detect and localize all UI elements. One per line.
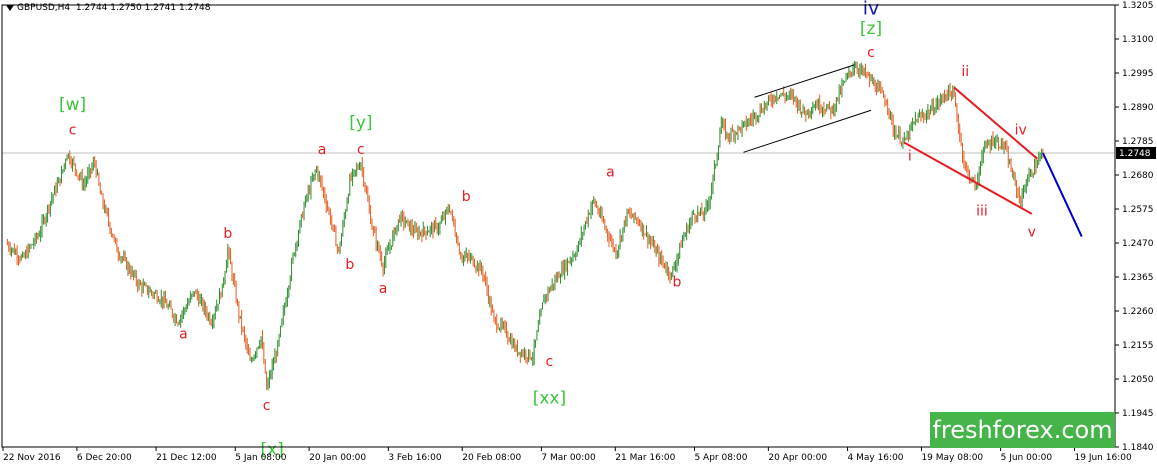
dropdown-triangle-icon[interactable] — [6, 4, 14, 11]
x-tick-label: 22 Nov 2016 — [3, 453, 61, 463]
x-tick-label: 20 Jan 00:00 — [309, 453, 366, 463]
wave-label: a — [179, 327, 188, 343]
x-tick-label: 19 Jun 16:00 — [1075, 453, 1132, 463]
price-chart: [w]cbac[x]a c[y]babc[xx]abiv[z]ciiiiiiivv… — [1, 0, 1156, 463]
y-tick-label: 1.1945 — [1122, 409, 1154, 419]
wave-label: i — [908, 148, 912, 164]
x-tick-label: 20 Feb 08:00 — [462, 453, 521, 463]
y-tick-label: 1.1840 — [1122, 443, 1154, 453]
wave-label: a — [318, 142, 327, 158]
x-tick-label: 21 Mar 16:00 — [615, 453, 675, 463]
y-tick-label: 1.2155 — [1122, 341, 1154, 351]
plot-frame — [1, 4, 1116, 448]
y-tick-label: 1.2575 — [1122, 205, 1154, 215]
ohlc-values: 1.2744 1.2750 1.2741 1.2748 — [75, 3, 211, 13]
wave-label: c — [263, 398, 271, 414]
channel-line — [743, 109, 872, 153]
x-tick-label: 3 Feb 16:00 — [388, 453, 442, 463]
wave-label: c — [867, 45, 875, 61]
wave-label: b — [672, 275, 681, 291]
x-tick-label: 5 Apr 08:00 — [694, 453, 747, 463]
watermark-text: freshforex.com — [932, 416, 1113, 444]
projection-line — [1042, 152, 1083, 237]
y-tick-label: 1.2890 — [1122, 103, 1154, 113]
wave-label: a — [606, 165, 615, 181]
x-tick-label: 5 Jan 08:00 — [235, 453, 287, 463]
wave-label: b — [345, 257, 354, 273]
wave-label: [z] — [860, 19, 882, 39]
y-tick-label: 1.2050 — [1122, 375, 1154, 385]
wave-label: c — [546, 354, 554, 370]
wave-label: iii — [976, 203, 988, 219]
y-tick-label: 1.2365 — [1122, 273, 1154, 283]
symbol-name: GBPUSD,H4 — [17, 3, 71, 13]
wave-label: [y] — [349, 113, 372, 133]
freshforex-watermark: freshforex.com — [930, 412, 1115, 448]
chart-area: [w] c b a c [x] a c [y] b a b c [xx] a b iv [z] c i ii iii iv v… — [0, 0, 1157, 468]
wave-label: c — [357, 142, 365, 158]
wave-label: iv — [1015, 123, 1027, 139]
x-tick-label: 7 Mar 00:00 — [541, 453, 596, 463]
wave-label: b — [462, 189, 471, 205]
current-price-label: 1.2748 — [1119, 149, 1151, 159]
wave-label: [xx] — [533, 388, 566, 408]
y-tick-label: 1.2260 — [1122, 307, 1154, 317]
wave-label: [w] — [59, 95, 86, 115]
y-tick-label: 1.2785 — [1122, 137, 1154, 147]
wave-label: a — [379, 281, 388, 297]
x-tick-label: 5 Jun 00:00 — [1001, 453, 1053, 463]
y-tick-label: 1.2995 — [1122, 69, 1154, 79]
wave-label: ii — [961, 64, 969, 80]
wave-label: iv — [863, 0, 880, 20]
y-tick-label: 1.3100 — [1122, 35, 1154, 45]
symbol-header: GBPUSD,H4 1.2744 1.2750 1.2741 1.2748 — [6, 3, 210, 13]
x-tick-label: 6 Dec 20:00 — [77, 453, 132, 463]
wave-label: v — [1028, 225, 1036, 241]
y-tick-label: 1.2680 — [1122, 171, 1154, 181]
wave-label: c — [69, 123, 77, 139]
wave-label: b — [223, 226, 232, 242]
x-tick-label: 21 Dec 12:00 — [156, 453, 217, 463]
y-tick-label: 1.3205 — [1122, 1, 1154, 11]
y-tick-label: 1.2470 — [1122, 239, 1154, 249]
x-tick-label: 20 Apr 00:00 — [768, 453, 827, 463]
x-tick-label: 19 May 08:00 — [921, 453, 983, 463]
x-tick-label: 4 May 16:00 — [848, 453, 904, 463]
